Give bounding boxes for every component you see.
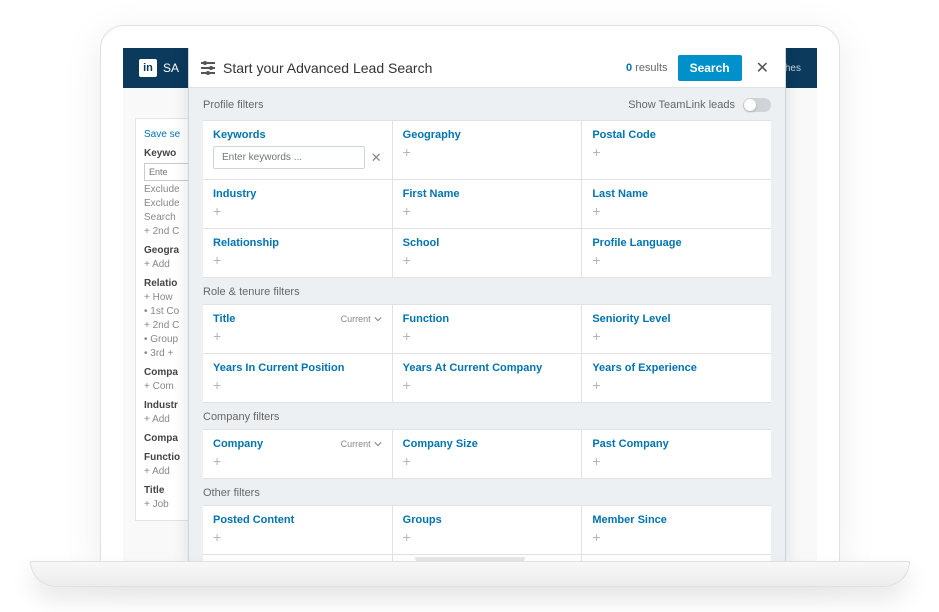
linkedin-logo: in: [139, 59, 157, 77]
plus-icon: +: [213, 253, 382, 267]
filter-first-name-label: First Name: [403, 188, 572, 200]
filter-last-name[interactable]: Last Name +: [582, 180, 771, 228]
profile-filters-header-row: Profile filters Show TeamLink leads: [189, 88, 785, 120]
plus-icon: +: [213, 454, 382, 468]
keywords-input[interactable]: [213, 146, 365, 169]
close-button[interactable]: ✕: [752, 56, 773, 80]
results-count: 0 results: [626, 62, 668, 74]
bg-brand-text: SA: [163, 61, 179, 75]
plus-icon: +: [213, 329, 382, 343]
laptop-frame: in SA Searches Save se Keywo Exclude Exc…: [100, 25, 840, 565]
modal-title: Start your Advanced Lead Search: [223, 60, 432, 76]
filter-yoe[interactable]: Years of Experience +: [582, 354, 771, 402]
plus-icon: +: [403, 145, 572, 159]
teamlink-toggle[interactable]: [743, 98, 771, 112]
company-filters-grid: Company Current + Company Size +: [203, 429, 771, 479]
title-scope-dropdown[interactable]: Current: [341, 314, 382, 324]
filter-postal[interactable]: Postal Code +: [582, 121, 771, 179]
modal-body: Profile filters Show TeamLink leads Keyw…: [189, 88, 785, 564]
filter-school-label: School: [403, 237, 572, 249]
filter-school[interactable]: School +: [393, 229, 582, 277]
filter-relationship-label: Relationship: [213, 237, 382, 249]
filter-yicp-label: Years In Current Position: [213, 362, 382, 374]
filter-language-label: Profile Language: [592, 237, 761, 249]
keywords-clear-icon[interactable]: ✕: [371, 150, 382, 166]
role-tenure-grid: Title Current + Function + Senio: [203, 304, 771, 403]
search-button[interactable]: Search: [678, 55, 742, 81]
plus-icon: +: [592, 253, 761, 267]
filter-yacc[interactable]: Years At Current Company +: [393, 354, 582, 402]
plus-icon: +: [592, 145, 761, 159]
filter-industry-label: Industry: [213, 188, 382, 200]
filter-company-size[interactable]: Company Size +: [393, 430, 582, 478]
filter-member-since-label: Member Since: [592, 514, 761, 526]
plus-icon: +: [213, 204, 382, 218]
plus-icon: +: [403, 204, 572, 218]
filter-keywords[interactable]: Keywords ✕: [203, 121, 392, 179]
filter-member-since[interactable]: Member Since +: [582, 506, 771, 554]
filter-posted-content[interactable]: Posted Content +: [203, 506, 392, 554]
filter-function-label: Function: [403, 313, 572, 325]
screen: in SA Searches Save se Keywo Exclude Exc…: [123, 48, 817, 564]
filter-groups-label: Groups: [403, 514, 572, 526]
profile-filters-grid: Keywords ✕ Geography + Postal Code +: [203, 120, 771, 278]
plus-icon: +: [403, 253, 572, 267]
plus-icon: +: [592, 204, 761, 218]
filter-company[interactable]: Company Current +: [203, 430, 392, 478]
filter-seniority[interactable]: Seniority Level +: [582, 305, 771, 353]
filter-posted-content-label: Posted Content: [213, 514, 382, 526]
filter-yicp[interactable]: Years In Current Position +: [203, 354, 392, 402]
modal-header: Start your Advanced Lead Search 0 result…: [189, 48, 785, 88]
plus-icon: +: [403, 329, 572, 343]
plus-icon: +: [592, 378, 761, 392]
filter-company-size-label: Company Size: [403, 438, 572, 450]
plus-icon: +: [213, 378, 382, 392]
filter-geography-label: Geography: [403, 129, 572, 141]
filter-relationship[interactable]: Relationship +: [203, 229, 392, 277]
laptop-base: [30, 561, 910, 587]
filter-keywords-label: Keywords: [213, 129, 382, 141]
filter-geography[interactable]: Geography +: [393, 121, 582, 179]
filter-function[interactable]: Function +: [393, 305, 582, 353]
plus-icon: +: [403, 454, 572, 468]
plus-icon: +: [403, 378, 572, 392]
filter-industry[interactable]: Industry +: [203, 180, 392, 228]
other-filters-label: Other filters: [189, 479, 785, 505]
filter-seniority-label: Seniority Level: [592, 313, 761, 325]
advanced-search-modal: Start your Advanced Lead Search 0 result…: [188, 48, 786, 564]
plus-icon: +: [403, 530, 572, 544]
plus-icon: +: [592, 454, 761, 468]
profile-filters-label: Profile filters: [203, 99, 264, 111]
filter-groups[interactable]: Groups +: [393, 506, 582, 554]
filter-past-company[interactable]: Past Company +: [582, 430, 771, 478]
role-tenure-label: Role & tenure filters: [189, 278, 785, 304]
filter-title[interactable]: Title Current +: [203, 305, 392, 353]
plus-icon: +: [592, 530, 761, 544]
company-filters-label: Company filters: [189, 403, 785, 429]
other-filters-grid: Posted Content + Groups + Member Since +…: [203, 505, 771, 564]
filter-past-company-label: Past Company: [592, 438, 761, 450]
filter-title-label: Title: [213, 313, 235, 325]
filter-language[interactable]: Profile Language +: [582, 229, 771, 277]
chevron-down-icon: [374, 315, 382, 323]
company-scope-dropdown[interactable]: Current: [341, 439, 382, 449]
filter-postal-label: Postal Code: [592, 129, 761, 141]
filter-company-label: Company: [213, 438, 263, 450]
filter-yacc-label: Years At Current Company: [403, 362, 572, 374]
filter-first-name[interactable]: First Name +: [393, 180, 582, 228]
chevron-down-icon: [374, 440, 382, 448]
plus-icon: +: [213, 530, 382, 544]
filter-yoe-label: Years of Experience: [592, 362, 761, 374]
teamlink-label: Show TeamLink leads: [628, 99, 735, 111]
filter-last-name-label: Last Name: [592, 188, 761, 200]
plus-icon: +: [592, 329, 761, 343]
filter-icon: [201, 62, 215, 74]
